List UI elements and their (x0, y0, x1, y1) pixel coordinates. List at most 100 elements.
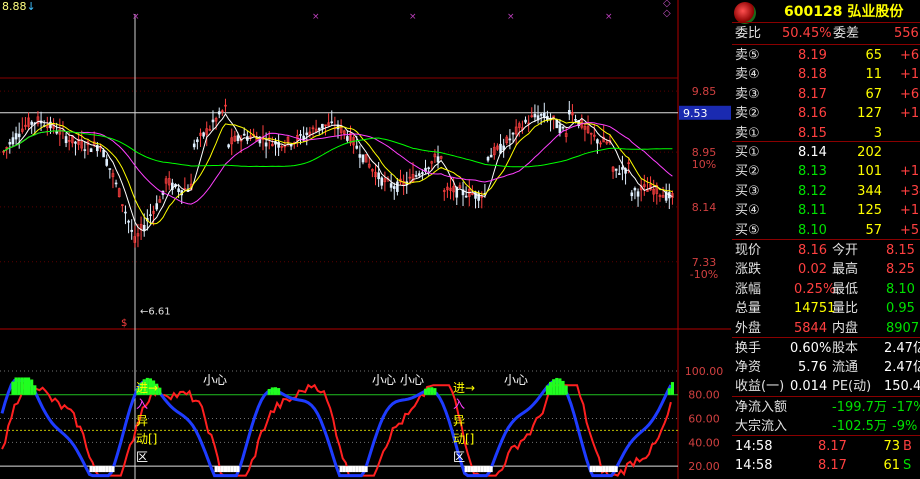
flow-row[interactable]: 净流入额 -199.7万 -17% (732, 398, 920, 417)
tick-side: S (903, 458, 912, 473)
order-diff-label: 委差 (833, 26, 860, 41)
ask-row[interactable]: 卖② 8.16 127 +127 (732, 104, 920, 123)
candle-body (227, 144, 230, 148)
candle-body (299, 134, 302, 136)
overbought-fill (14, 377, 18, 395)
flow-pct: -9% (892, 419, 918, 434)
oversold-fill (227, 466, 231, 473)
overbought-fill (548, 381, 553, 395)
signal-enter: 异 (453, 414, 465, 428)
signal-caution: 小心 (504, 373, 528, 387)
oversold-fill (361, 466, 365, 473)
quote-value: 8.15 (886, 243, 915, 258)
ask-change: +67 (900, 86, 920, 102)
quote-row[interactable]: 涨幅 0.25% 最低 8.10 (732, 280, 920, 299)
fund-label: 股本 (832, 341, 859, 356)
tick-volume: 73 (883, 439, 900, 454)
marker-icon: × (409, 12, 417, 22)
divider (732, 141, 920, 142)
candle-body (508, 138, 512, 141)
bid-row[interactable]: 买① 8.14 202 (732, 143, 920, 162)
candle-body (177, 188, 180, 192)
bid-volume: 125 (857, 203, 882, 219)
candle-body (14, 133, 18, 140)
signal-enter: 入 (136, 397, 148, 411)
price-tick-label: 8.14 (692, 201, 717, 214)
fund-label: 净资 (735, 360, 762, 375)
fund-label: 换手 (735, 341, 762, 356)
fund-value: 0.014 (790, 379, 828, 394)
quote-value: 0.25% (794, 281, 836, 297)
fund-label: PE(动) (832, 379, 872, 394)
ask-volume: 67 (865, 86, 882, 102)
indicator-tick-label: 80.00 (688, 389, 720, 402)
tick-side: B (903, 439, 912, 454)
quote-value: 0.02 (798, 262, 827, 278)
kline-chart-svg[interactable]: × × × × × ←6.61$ 进→入异动[]区进→入异动[]区小心 小心 小心 小心 9.… (0, 0, 731, 479)
overbought-fill (11, 381, 15, 395)
ask-label: 卖② (735, 106, 760, 122)
bid-row[interactable]: 买③ 8.12 344 +344 (732, 182, 920, 201)
fundamentals-row[interactable]: 收益(一) 0.014 PE(动) 150.4 (732, 377, 920, 396)
oversold-fill (355, 466, 359, 473)
overbought-fill (30, 379, 34, 395)
candle-series: ←6.61 $ (2, 98, 674, 329)
down-arrow-icon: ↓ (26, 0, 36, 13)
overbought-fill (433, 388, 437, 395)
oversold-fill (92, 466, 96, 473)
ask-row[interactable]: 卖③ 8.17 67 +67 (732, 85, 920, 104)
bid-row[interactable]: 买④ 8.11 125 +125 (732, 201, 920, 220)
flow-row[interactable]: 大宗流入 -102.5万 -9% (732, 417, 920, 436)
tick-row[interactable]: 14:58 8.17 73 B (732, 437, 920, 456)
signal-enter: 进→ (136, 381, 158, 395)
bid-row[interactable]: 买⑤ 8.10 57 +57 (732, 221, 920, 240)
candle-body (102, 149, 105, 158)
fundamentals-row[interactable]: 净资 5.76 流通 2.47亿 (732, 358, 920, 377)
candle-body (11, 137, 15, 145)
oversold-fill (473, 466, 478, 473)
ask-row[interactable]: 卖④ 8.18 11 +11 (732, 65, 920, 84)
candle-body (105, 159, 109, 166)
candle-body (217, 111, 221, 115)
bid-label: 买③ (735, 183, 760, 199)
indicator-tick-label: 100.00 (685, 365, 724, 378)
candle-body (533, 113, 537, 118)
flow-label: 大宗流入 (735, 419, 788, 434)
quote-row[interactable]: 总量 14751 量比 0.95 (732, 299, 920, 318)
oversold-fill (464, 466, 468, 473)
kline-chart-area[interactable]: × × × × × ←6.61 $ 进→ 入异动[] 区进→ 入异动[] 区小心 小心 小心 小心 9.… (0, 0, 731, 479)
candle-body (618, 173, 621, 175)
oversold-fill (352, 466, 356, 473)
overbought-fill (267, 388, 271, 395)
candle-body (236, 135, 240, 142)
divider (732, 435, 920, 436)
bid-change: +101 (900, 164, 920, 180)
indicator-lines (0, 377, 674, 478)
quote-row[interactable]: 现价 8.16 今开 8.15 (732, 241, 920, 260)
quote-row[interactable]: 外盘 5844 内盘 8907 (732, 319, 920, 338)
close-x-icon[interactable]: ◇ (663, 8, 671, 19)
order-ratio-row: 委比 50.45% 委差 556 (732, 24, 920, 43)
bid-row[interactable]: 买② 8.13 101 +101 (732, 162, 920, 181)
candle-body (489, 154, 493, 158)
overbought-fill (17, 377, 21, 395)
quote-value: 5844 (794, 320, 828, 336)
tick-time: 14:58 (735, 458, 773, 473)
tick-row[interactable]: 14:58 8.17 61 S (732, 456, 920, 475)
stock-code: 600128 (784, 4, 843, 20)
candle-body (192, 143, 196, 148)
candle-body (330, 121, 334, 124)
overbought-fill (27, 377, 31, 395)
order-diff-value: 556 (894, 26, 919, 41)
candle-body (392, 186, 396, 189)
ask-row[interactable]: 卖① 8.15 3 (732, 124, 920, 143)
candle-body (414, 175, 418, 177)
quote-row[interactable]: 涨跌 0.02 最高 8.25 (732, 260, 920, 279)
oversold-fill (589, 466, 593, 473)
ask-row[interactable]: 卖⑤ 8.19 65 +68 (732, 46, 920, 65)
signal-caution: 小心 (372, 373, 396, 387)
signal-caution: 小心 (203, 373, 227, 387)
oversold-fill (217, 466, 221, 473)
divider (732, 396, 920, 397)
fundamentals-row[interactable]: 换手 0.60% 股本 2.47亿 (732, 339, 920, 358)
